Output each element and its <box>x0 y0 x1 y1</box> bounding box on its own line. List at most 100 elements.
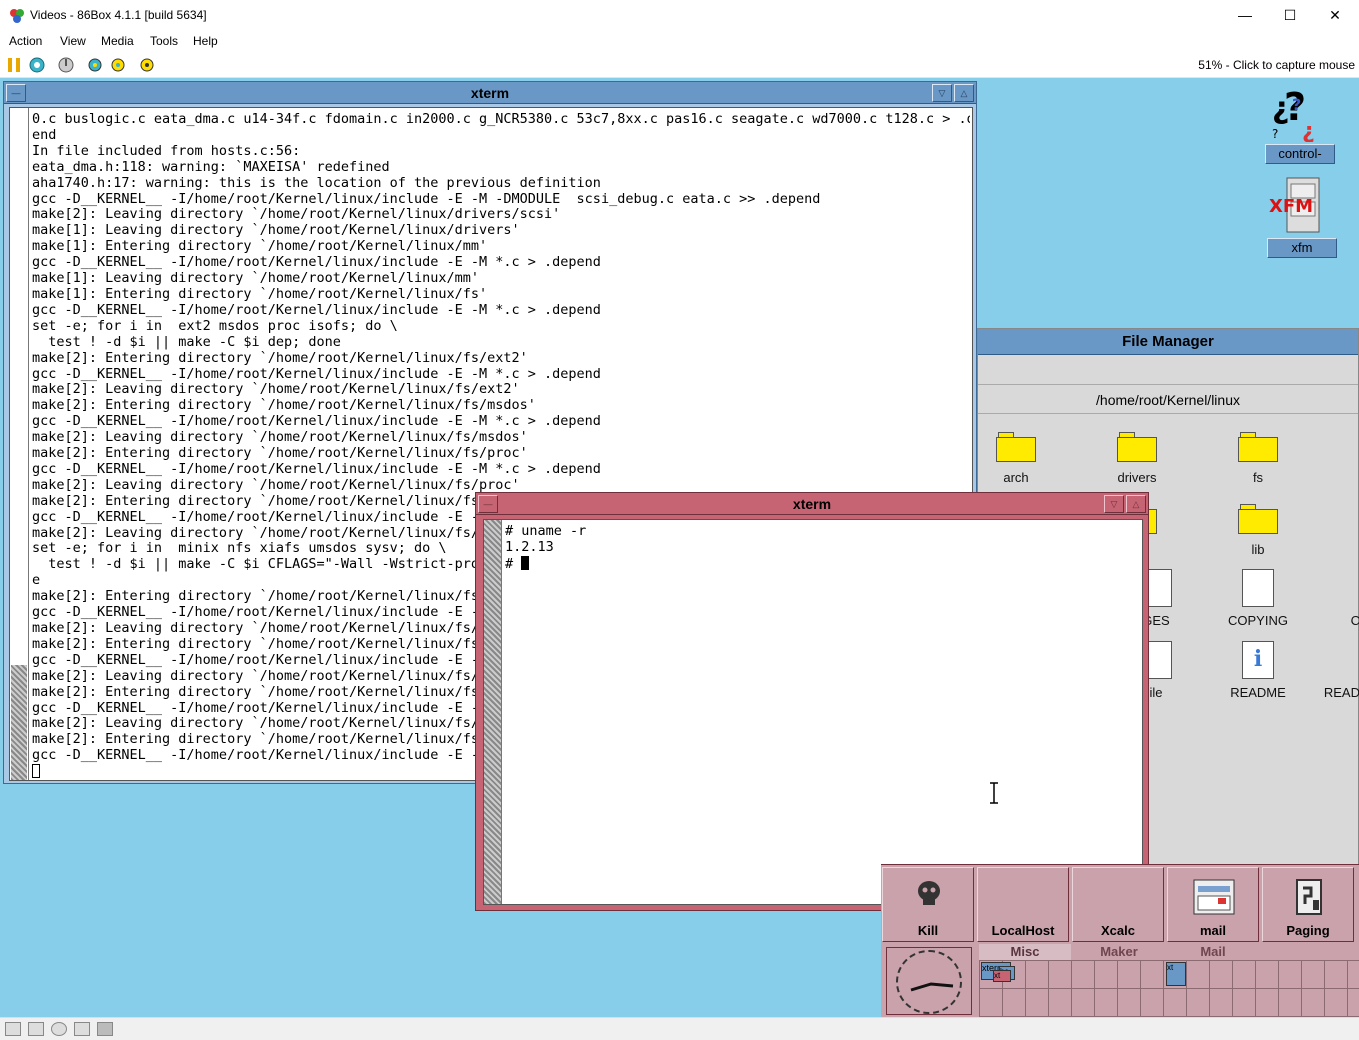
text-cursor <box>521 555 530 570</box>
terminal-line: # uname -r <box>505 523 587 539</box>
workspace-tab-mail[interactable]: Mail <box>1167 944 1259 960</box>
workspace-tab-misc[interactable]: Misc <box>979 944 1071 960</box>
file-manager-path: /home/root/Kernel/linux <box>978 386 1358 414</box>
xterm-small-body[interactable]: # uname -r 1.2.13 # <box>483 519 1143 905</box>
ctrl-alt-esc-icon[interactable] <box>109 56 127 74</box>
floppy-drive-icon[interactable] <box>5 1022 21 1036</box>
cdrom-icon[interactable] <box>51 1022 67 1036</box>
ctrl-alt-del-icon[interactable] <box>86 56 104 74</box>
document-icon <box>1242 569 1274 607</box>
terminal-line: gcc -D__KERNEL__ -I/home/root/Kernel/lin… <box>32 460 601 477</box>
reset-icon[interactable] <box>28 56 46 74</box>
terminal-line: gcc -D__KERNEL__ -I/home/root/Kernel/lin… <box>32 254 601 271</box>
desktop-icon-box: ¿ ? ? ¿ ? control- XFM xfm <box>977 78 1359 328</box>
terminal-line: make[2]: Entering directory `/home/root/… <box>32 349 528 366</box>
file-item-arch[interactable]: arch <box>971 432 1061 485</box>
panel-button-mail[interactable]: mail <box>1167 867 1259 942</box>
status-bar <box>0 1017 1359 1040</box>
mini-window-xterm-small[interactable]: xt <box>993 970 1011 982</box>
file-item-drivers[interactable]: drivers <box>1092 432 1182 485</box>
maximize-button[interactable]: ☐ <box>1267 0 1313 31</box>
terminal-line: 0.c buslogic.c eata_dma.c u14-34f.c fdom… <box>32 112 970 127</box>
menu-media[interactable]: Media <box>101 34 134 48</box>
maximize-button[interactable]: △ <box>954 84 974 102</box>
panel-button-kill[interactable]: Kill <box>882 867 974 942</box>
pause-icon[interactable] <box>5 56 23 74</box>
terminal-line: make[1]: Entering directory `/home/root/… <box>32 238 488 255</box>
pager-icon <box>1296 879 1322 915</box>
hard-disk-icon[interactable] <box>74 1022 90 1036</box>
terminal-line: make[1]: Entering directory `/home/root/… <box>32 285 488 302</box>
file-item-fs[interactable]: fs <box>1213 432 1303 485</box>
terminal-line: gcc -D__KERNEL__ -I/home/root/Kernel/lin… <box>32 413 601 430</box>
menu-help[interactable]: Help <box>193 34 218 48</box>
terminal-line: gcc -D__KERNEL__ -I/home/root/Kernel/lin… <box>32 365 601 382</box>
settings-icon[interactable] <box>138 56 156 74</box>
mini-window-xt[interactable]: xt <box>1166 962 1186 986</box>
terminal-line: make[1]: Leaving directory `/home/root/K… <box>32 222 520 239</box>
floppy-drive-2-icon[interactable] <box>28 1022 44 1036</box>
menu-view[interactable]: View <box>60 34 86 48</box>
terminal-line: test ! -d $i || make -C $i dep; done <box>32 333 341 350</box>
folder-icon <box>1117 432 1157 462</box>
clock-hands <box>910 982 954 992</box>
xterm-main-titlebar[interactable]: — xterm ▽ △ <box>4 82 976 104</box>
panel-button-localhost[interactable]: LocalHost <box>977 867 1069 942</box>
xterm-main-scrollbar[interactable] <box>10 108 29 780</box>
folder-icon <box>1238 504 1278 534</box>
terminal-line: make[2]: Leaving directory `/home/root/K… <box>32 206 561 223</box>
menu-tools[interactable]: Tools <box>150 34 178 48</box>
svg-text:?: ? <box>1292 95 1301 114</box>
minimize-button[interactable]: — <box>1222 0 1268 31</box>
terminal-line: make[2]: Entering directory `/home/root/… <box>32 445 528 462</box>
xfm-cabinet-icon[interactable]: XFM <box>1267 176 1337 236</box>
folder-icon <box>996 432 1036 462</box>
file-manager-title[interactable]: File Manager <box>978 329 1358 355</box>
file-item-credits[interactable]: C <box>1313 569 1359 628</box>
file-item-lib[interactable]: lib <box>1213 504 1303 557</box>
close-button[interactable]: ✕ <box>1312 0 1358 31</box>
window-title: Videos - 86Box 4.1.1 [build 5634] <box>30 8 207 22</box>
maximize-button[interactable]: △ <box>1126 495 1146 513</box>
terminal-line: In file included from hosts.c:56: <box>32 142 301 159</box>
folder-icon <box>1238 432 1278 462</box>
minimize-button[interactable]: ▽ <box>932 84 952 102</box>
file-item-copying[interactable]: COPYING <box>1213 569 1303 628</box>
file-item-readme-modules[interactable]: READ <box>1313 641 1359 700</box>
terminal-line: eata_dma.h:118: warning: `MAXEISA' redef… <box>32 158 390 175</box>
xfm-icon-label[interactable]: xfm <box>1267 238 1337 258</box>
xterm-small-window[interactable]: — xterm ▽ △ # uname -r 1.2.13 # <box>475 492 1149 911</box>
xterm-small-scrollbar[interactable] <box>484 520 502 904</box>
app-icon <box>10 9 24 23</box>
help-question-icon[interactable]: ¿ ? ? ¿ ? <box>1270 84 1320 142</box>
xterm-small-title: xterm <box>792 496 832 512</box>
terminal-line: aha1740.h:17: warning: this is the locat… <box>32 174 601 191</box>
workspace-tab-maker[interactable]: Maker <box>1073 944 1165 960</box>
terminal-line: gcc -D__KERNEL__ -I/home/root/Kernel/lin… <box>32 190 821 207</box>
svg-text:?: ? <box>1272 127 1278 141</box>
sound-icon[interactable] <box>97 1022 113 1036</box>
xterm-main-title: xterm <box>470 85 510 101</box>
panel-button-paging[interactable]: Paging <box>1262 867 1354 942</box>
power-icon[interactable] <box>57 56 75 74</box>
svg-text:¿: ¿ <box>1302 119 1315 142</box>
file-item-readme[interactable]: i README <box>1213 641 1303 700</box>
xterm-small-titlebar[interactable]: — xterm ▽ △ <box>476 493 1148 515</box>
menu-action[interactable]: Action <box>9 34 42 48</box>
xterm-small-output[interactable]: # uname -r 1.2.13 # <box>505 523 587 573</box>
minimize-button[interactable]: ▽ <box>1104 495 1124 513</box>
terminal-line: make[1]: Leaving directory `/home/root/K… <box>32 270 480 287</box>
panel-clock <box>886 947 972 1015</box>
workspace-grid[interactable]: xterm hc xt xt <box>979 960 1359 1017</box>
emulated-screen[interactable]: ¿ ? ? ¿ ? control- XFM xfm File Manager … <box>0 78 1359 1017</box>
terminal-line: set -e; for i in ext2 msdos proc isofs; … <box>32 317 398 334</box>
scrollbar-thumb[interactable] <box>11 665 27 780</box>
text-cursor <box>32 764 40 778</box>
terminal-line: end <box>32 126 57 143</box>
terminal-line: 1.2.13 <box>505 538 554 555</box>
capture-status: 51% - Click to capture mouse <box>1198 58 1355 72</box>
ibeam-cursor-icon <box>990 782 998 804</box>
help-icon-label[interactable]: control- <box>1265 144 1335 164</box>
file-manager-toolbar <box>978 355 1358 385</box>
panel-button-xcalc[interactable]: Xcalc <box>1072 867 1164 942</box>
